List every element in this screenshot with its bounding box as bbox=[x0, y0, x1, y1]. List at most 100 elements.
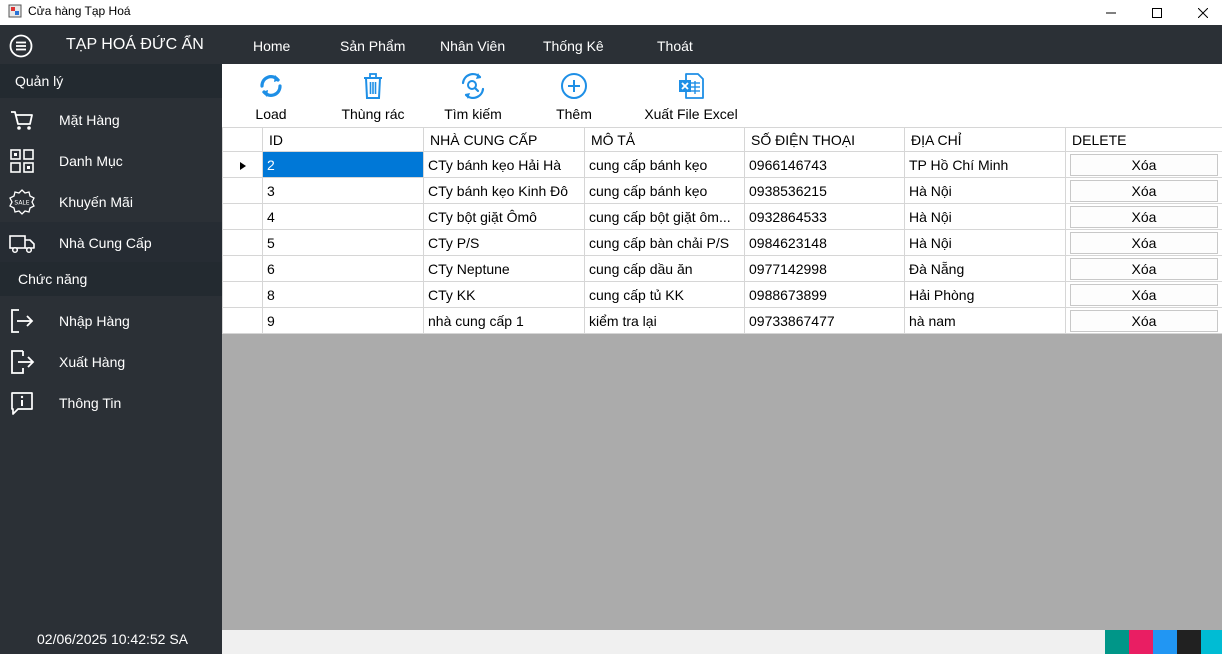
table-row[interactable]: 4 CTy bột giặt Ômô cung cấp bột giặt ôm.… bbox=[222, 203, 1222, 230]
cell-name[interactable]: nhà cung cấp 1 bbox=[423, 307, 585, 334]
sidebar-item-thong-tin[interactable]: Thông Tin bbox=[0, 382, 222, 423]
row-header[interactable] bbox=[222, 151, 263, 178]
sidebar-item-mat-hang[interactable]: Mặt Hàng bbox=[0, 99, 222, 140]
row-header[interactable] bbox=[222, 177, 263, 204]
cell-addr[interactable]: Hà Nội bbox=[904, 203, 1066, 230]
delete-row-button[interactable]: Xóa bbox=[1070, 231, 1218, 254]
row-header[interactable] bbox=[222, 255, 263, 282]
cell-phone[interactable]: 09733867477 bbox=[744, 307, 905, 334]
cell-desc[interactable]: cung cấp dầu ăn bbox=[584, 255, 745, 282]
cell-phone[interactable]: 0966146743 bbox=[744, 151, 905, 178]
sidebar-item-danh-muc[interactable]: Danh Mục bbox=[0, 140, 222, 181]
hamburger-menu-icon[interactable] bbox=[9, 34, 33, 58]
cell-desc[interactable]: cung cấp bột giặt ôm... bbox=[584, 203, 745, 230]
delete-row-button[interactable]: Xóa bbox=[1070, 283, 1218, 306]
table-row[interactable]: 6 CTy Neptune cung cấp dầu ăn 0977142998… bbox=[222, 255, 1222, 282]
column-header-so-dien-thoai[interactable]: SỐ ĐIỆN THOẠI bbox=[744, 127, 905, 152]
cell-addr[interactable]: Hà Nội bbox=[904, 177, 1066, 204]
delete-row-button[interactable]: Xóa bbox=[1070, 153, 1218, 176]
table-row[interactable]: 8 CTy KK cung cấp tủ KK 0988673899 Hải P… bbox=[222, 281, 1222, 308]
cell-phone[interactable]: 0984623148 bbox=[744, 229, 905, 256]
cell-name[interactable]: CTy bánh kẹo Hải Hà bbox=[423, 151, 585, 178]
column-header-mo-ta[interactable]: MÔ TẢ bbox=[584, 127, 745, 152]
current-row-arrow-icon bbox=[239, 161, 246, 170]
export-excel-button[interactable]: Xuất File Excel bbox=[636, 64, 746, 127]
delete-row-button[interactable]: Xóa bbox=[1070, 179, 1218, 202]
cell-phone[interactable]: 0932864533 bbox=[744, 203, 905, 230]
cell-id[interactable]: 8 bbox=[262, 281, 424, 308]
cell-addr[interactable]: hà nam bbox=[904, 307, 1066, 334]
sidebar-item-xuat-hang[interactable]: Xuất Hàng bbox=[0, 341, 222, 382]
delete-row-button[interactable]: Xóa bbox=[1070, 257, 1218, 280]
table-header-row: ID NHÀ CUNG CẤP MÔ TẢ SỐ ĐIỆN THOẠI ĐỊA … bbox=[222, 127, 1222, 152]
color-swatch[interactable] bbox=[1105, 630, 1129, 654]
sidebar-item-label: Xuất Hàng bbox=[59, 354, 126, 370]
row-header[interactable] bbox=[222, 229, 263, 256]
delete-row-button[interactable]: Xóa bbox=[1070, 309, 1218, 332]
cell-addr[interactable]: Đà Nẵng bbox=[904, 255, 1066, 282]
minimize-button[interactable] bbox=[1088, 0, 1134, 25]
cell-name[interactable]: CTy bột giặt Ômô bbox=[423, 203, 585, 230]
cell-desc[interactable]: cung cấp bánh kẹo bbox=[584, 177, 745, 204]
row-header[interactable] bbox=[222, 281, 263, 308]
cell-addr[interactable]: Hà Nội bbox=[904, 229, 1066, 256]
row-header[interactable] bbox=[222, 307, 263, 334]
table-row[interactable]: 3 CTy bánh kẹo Kinh Đô cung cấp bánh kẹo… bbox=[222, 177, 1222, 204]
nav-home[interactable]: Home bbox=[253, 38, 290, 54]
cell-id[interactable]: 3 bbox=[262, 177, 424, 204]
trash-icon bbox=[364, 73, 382, 99]
cell-id[interactable]: 9 bbox=[262, 307, 424, 334]
top-menu-bar: TẠP HOÁ ĐỨC ẨN Home Sản Phẩm Nhân Viên T… bbox=[0, 25, 1222, 64]
minimize-icon bbox=[1106, 12, 1116, 13]
cell-name[interactable]: CTy KK bbox=[423, 281, 585, 308]
sidebar-item-label: Thông Tin bbox=[59, 395, 122, 411]
table-row[interactable]: 9 nhà cung cấp 1 kiểm tra lại 0973386747… bbox=[222, 307, 1222, 334]
cell-desc[interactable]: kiểm tra lại bbox=[584, 307, 745, 334]
close-button[interactable] bbox=[1180, 0, 1222, 25]
add-button[interactable]: Thêm bbox=[544, 64, 604, 127]
row-header[interactable] bbox=[222, 203, 263, 230]
sidebar-item-nhap-hang[interactable]: Nhập Hàng bbox=[0, 300, 222, 341]
column-header-id[interactable]: ID bbox=[262, 127, 424, 152]
cell-desc[interactable]: cung cấp bàn chải P/S bbox=[584, 229, 745, 256]
cell-id[interactable]: 2 bbox=[262, 151, 424, 178]
sidebar-item-nha-cung-cap[interactable]: Nhà Cung Cấp bbox=[0, 222, 222, 263]
cell-id[interactable]: 5 bbox=[262, 229, 424, 256]
nav-thoat[interactable]: Thoát bbox=[657, 38, 693, 54]
color-swatch[interactable] bbox=[1153, 630, 1177, 654]
color-swatch[interactable] bbox=[1201, 630, 1222, 654]
row-header-corner[interactable] bbox=[222, 127, 263, 152]
cell-phone[interactable]: 0977142998 bbox=[744, 255, 905, 282]
table-row[interactable]: 2 CTy bánh kẹo Hải Hà cung cấp bánh kẹo … bbox=[222, 151, 1222, 178]
nav-san-pham[interactable]: Sản Phẩm bbox=[340, 38, 405, 54]
window-title: Cửa hàng Tạp Hoá bbox=[28, 4, 131, 18]
color-swatch[interactable] bbox=[1129, 630, 1153, 654]
cell-phone[interactable]: 0988673899 bbox=[744, 281, 905, 308]
cell-addr[interactable]: TP Hồ Chí Minh bbox=[904, 151, 1066, 178]
cell-name[interactable]: CTy bánh kẹo Kinh Đô bbox=[423, 177, 585, 204]
delete-row-button[interactable]: Xóa bbox=[1070, 205, 1218, 228]
trash-button[interactable]: Thùng rác bbox=[332, 64, 414, 127]
cell-id[interactable]: 4 bbox=[262, 203, 424, 230]
column-header-dia-chi[interactable]: ĐỊA CHỈ bbox=[904, 127, 1066, 152]
nav-thong-ke[interactable]: Thống Kê bbox=[543, 38, 604, 54]
load-button[interactable]: Load bbox=[240, 64, 302, 127]
section-chuc-nang: Chức năng bbox=[0, 262, 222, 296]
column-header-delete[interactable]: DELETE bbox=[1065, 127, 1222, 152]
cell-delete: Xóa bbox=[1065, 255, 1222, 282]
nav-nhan-vien[interactable]: Nhân Viên bbox=[440, 38, 505, 54]
cell-desc[interactable]: cung cấp bánh kẹo bbox=[584, 151, 745, 178]
maximize-button[interactable] bbox=[1134, 0, 1180, 25]
cell-name[interactable]: CTy P/S bbox=[423, 229, 585, 256]
table-row[interactable]: 5 CTy P/S cung cấp bàn chải P/S 09846231… bbox=[222, 229, 1222, 256]
search-button[interactable]: Tìm kiếm bbox=[435, 64, 511, 127]
sidebar-item-khuyen-mai[interactable]: SALE Khuyến Mãi bbox=[0, 181, 222, 222]
cell-id[interactable]: 6 bbox=[262, 255, 424, 282]
column-header-nha-cung-cap[interactable]: NHÀ CUNG CẤP bbox=[423, 127, 585, 152]
cell-delete: Xóa bbox=[1065, 177, 1222, 204]
cell-name[interactable]: CTy Neptune bbox=[423, 255, 585, 282]
cell-desc[interactable]: cung cấp tủ KK bbox=[584, 281, 745, 308]
color-swatch[interactable] bbox=[1177, 630, 1201, 654]
cell-addr[interactable]: Hải Phòng bbox=[904, 281, 1066, 308]
cell-phone[interactable]: 0938536215 bbox=[744, 177, 905, 204]
